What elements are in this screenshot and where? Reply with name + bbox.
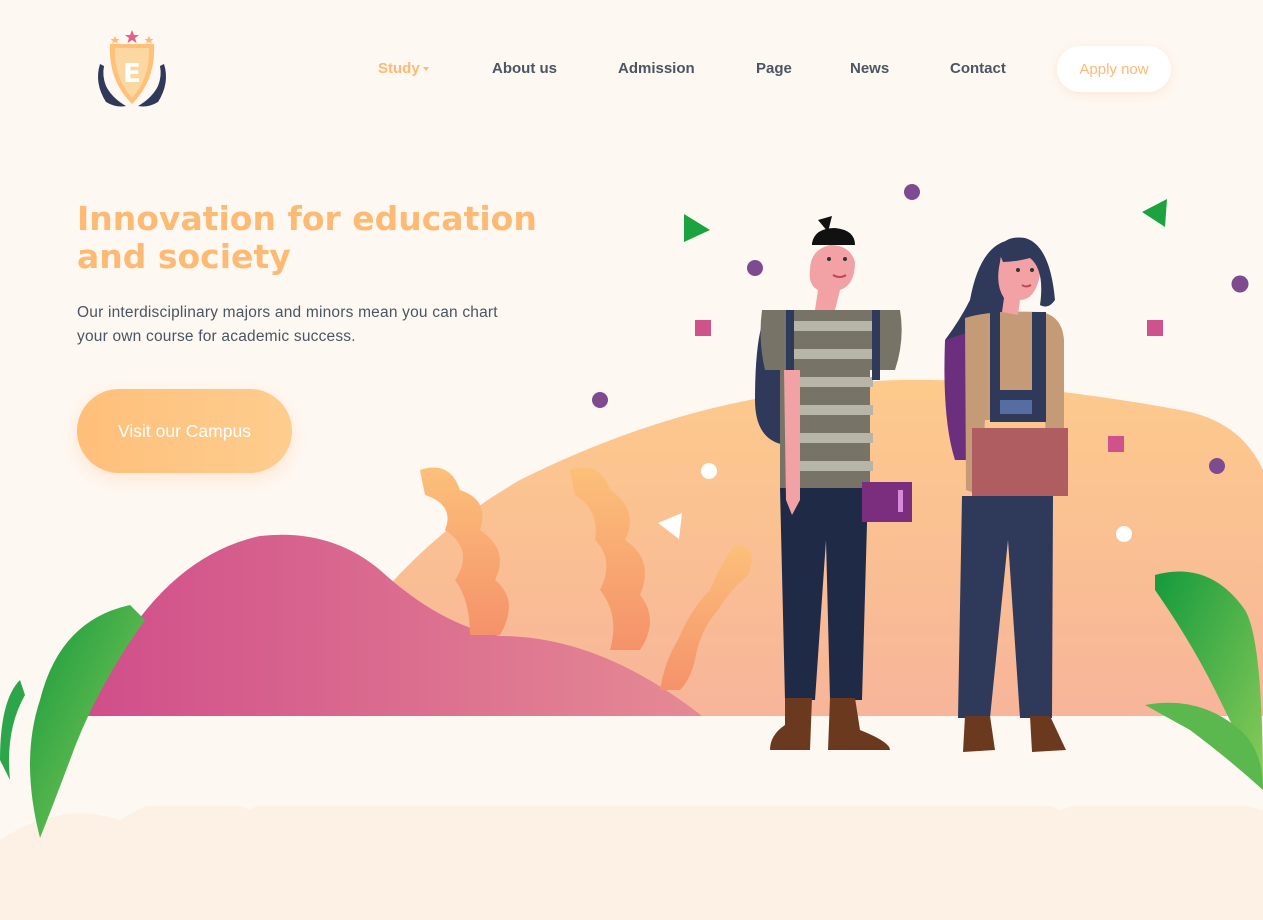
visit-campus-button[interactable]: Visit our Campus [77, 389, 292, 473]
deco-triangle [684, 214, 710, 242]
nav-admission[interactable]: Admission [618, 60, 695, 77]
nav-contact[interactable]: Contact [950, 60, 1006, 77]
chevron-down-icon [422, 67, 429, 72]
main-nav: Study About us Admission Page News Conta… [0, 46, 1263, 92]
deco-square [695, 320, 711, 336]
nav-study[interactable]: Study [378, 60, 429, 77]
deco-dot [904, 184, 920, 200]
hero-subtitle: Our interdisciplinary majors and minors … [77, 304, 498, 345]
logo-star [125, 30, 139, 43]
apply-now-button[interactable]: Apply now [1057, 46, 1171, 92]
nav-page[interactable]: Page [756, 60, 792, 77]
nav-about-us[interactable]: About us [492, 60, 557, 77]
nav-news[interactable]: News [850, 60, 889, 77]
nav-study-label: Study [378, 60, 420, 77]
hero-title: Innovation for education and society [77, 199, 537, 276]
